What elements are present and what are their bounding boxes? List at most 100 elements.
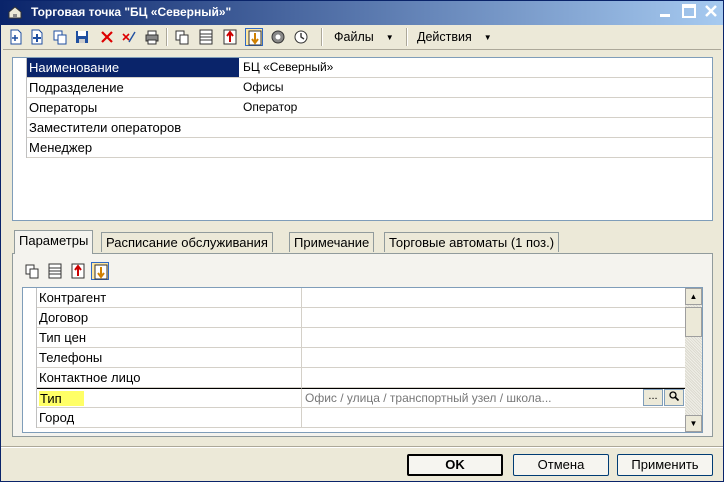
table-row[interactable]: Операторы Оператор: [13, 98, 712, 118]
parameter-name[interactable]: Тип цен: [37, 328, 302, 348]
list-icon[interactable]: [197, 28, 215, 46]
row-gutter: [23, 348, 37, 368]
structure-icon[interactable]: [23, 262, 41, 280]
row-gutter: [23, 368, 37, 388]
toolbar: Файлы ▼ Действия ▼: [3, 25, 721, 50]
table-row[interactable]: Контрагент: [23, 288, 685, 308]
tab-notes[interactable]: Примечание: [289, 232, 375, 252]
building-icon: [8, 6, 22, 19]
toolbar-separator: [406, 28, 408, 46]
parameter-name[interactable]: Договор: [37, 308, 302, 328]
table-row[interactable]: Заместители операторов: [13, 118, 712, 138]
structure-icon[interactable]: [173, 28, 191, 46]
table-row[interactable]: Подразделение Офисы: [13, 78, 712, 98]
ok-button[interactable]: OK: [407, 454, 503, 476]
property-name[interactable]: Менеджер: [27, 138, 239, 158]
row-gutter: [23, 408, 37, 428]
parameter-name[interactable]: Телефоны: [37, 348, 302, 368]
move-up-icon[interactable]: [221, 28, 239, 46]
list-icon[interactable]: [46, 262, 64, 280]
property-value[interactable]: [239, 138, 712, 158]
maximize-button[interactable]: [679, 4, 699, 22]
tab-schedule[interactable]: Расписание обслуживания: [101, 232, 273, 252]
print-icon[interactable]: [143, 28, 161, 46]
delete-icon[interactable]: [98, 28, 116, 46]
row-gutter: [13, 118, 27, 138]
toolbar-separator: [166, 28, 168, 46]
table-row[interactable]: Менеджер: [13, 138, 712, 158]
files-menu[interactable]: Файлы ▼: [334, 28, 394, 46]
scroll-down-icon[interactable]: ▼: [685, 415, 702, 432]
parameter-name[interactable]: Контактное лицо: [37, 368, 302, 388]
new-document-icon[interactable]: [7, 28, 25, 46]
property-value[interactable]: Офисы: [239, 78, 712, 98]
property-name[interactable]: Наименование: [27, 58, 239, 78]
move-up-icon[interactable]: [69, 262, 87, 280]
table-row-active[interactable]: Тип Офис / улица / транспортный узел / ш…: [23, 388, 685, 408]
scroll-up-icon[interactable]: ▲: [685, 288, 702, 305]
parameter-value[interactable]: [302, 288, 685, 308]
parameter-value[interactable]: [302, 308, 685, 328]
tab-vending-machines[interactable]: Торговые автоматы (1 поз.): [384, 232, 560, 252]
chevron-down-icon: ▼: [483, 33, 492, 42]
tab-parameters[interactable]: Параметры: [14, 230, 94, 254]
add-icon[interactable]: [28, 28, 46, 46]
actions-menu[interactable]: Действия ▼: [417, 28, 492, 46]
table-row[interactable]: Контактное лицо: [23, 368, 685, 388]
apply-button[interactable]: Применить: [617, 454, 713, 476]
actions-menu-label: Действия: [417, 30, 472, 44]
parameter-name[interactable]: Город: [37, 408, 302, 428]
property-name[interactable]: Заместители операторов: [27, 118, 239, 138]
save-icon[interactable]: [73, 28, 91, 46]
property-value[interactable]: БЦ «Северный»: [239, 58, 712, 78]
window-title: Торговая точка "БЦ «Северный»": [31, 5, 232, 19]
parameters-grid: Контрагент Договор Тип цен Телефоны Конт…: [22, 287, 703, 433]
toolbar-separator: [321, 28, 323, 46]
type-label-highlight: Тип: [39, 391, 84, 406]
move-down-icon[interactable]: [91, 262, 109, 280]
property-value[interactable]: [239, 118, 712, 138]
parameter-value[interactable]: [302, 328, 685, 348]
parameter-value[interactable]: [302, 368, 685, 388]
minimize-button[interactable]: [655, 4, 675, 22]
history-icon[interactable]: [292, 28, 310, 46]
parameter-name[interactable]: Тип: [37, 388, 302, 408]
property-name[interactable]: Операторы: [27, 98, 239, 118]
move-down-icon[interactable]: [245, 28, 263, 46]
table-row[interactable]: Телефоны: [23, 348, 685, 368]
row-gutter: [13, 138, 27, 158]
parameter-value[interactable]: [302, 348, 685, 368]
parameters-panel: Контрагент Договор Тип цен Телефоны Конт…: [12, 253, 713, 437]
parameter-name[interactable]: Контрагент: [37, 288, 302, 308]
cancel-button[interactable]: Отмена: [513, 454, 609, 476]
property-value[interactable]: Оператор: [239, 98, 712, 118]
close-button[interactable]: [701, 4, 721, 22]
property-name[interactable]: Подразделение: [27, 78, 239, 98]
row-gutter: [23, 388, 37, 408]
dialog-window: Торговая точка "БЦ «Северный»" Файлы ▼ Д…: [0, 0, 724, 482]
row-gutter: [13, 98, 27, 118]
table-row[interactable]: Тип цен: [23, 328, 685, 348]
main-properties-grid: Наименование БЦ «Северный» Подразделение…: [12, 57, 713, 221]
footer-divider: [1, 446, 723, 448]
table-row[interactable]: Договор: [23, 308, 685, 328]
chevron-down-icon: ▼: [385, 33, 394, 42]
copy-icon[interactable]: [51, 28, 69, 46]
select-button[interactable]: ...: [643, 389, 663, 406]
row-gutter: [23, 328, 37, 348]
mark-delete-icon[interactable]: [120, 28, 138, 46]
tabs-area: Параметры Расписание обслуживания Примеч…: [12, 230, 713, 437]
files-menu-label: Файлы: [334, 30, 374, 44]
vertical-scrollbar[interactable]: ▲ ▼: [685, 288, 702, 432]
title-bar[interactable]: Торговая точка "БЦ «Северный»": [1, 1, 723, 25]
parameter-value[interactable]: [302, 408, 685, 428]
row-gutter: [13, 58, 27, 78]
type-input[interactable]: Офис / улица / транспортный узел / школа…: [302, 388, 685, 408]
type-input-placeholder: Офис / улица / транспортный узел / школа…: [305, 391, 552, 405]
table-row[interactable]: Наименование БЦ «Северный»: [13, 58, 712, 78]
settings-icon[interactable]: [269, 28, 287, 46]
scroll-thumb[interactable]: [685, 307, 702, 337]
row-gutter: [23, 308, 37, 328]
search-icon[interactable]: [664, 389, 684, 406]
table-row[interactable]: Город: [23, 408, 685, 428]
